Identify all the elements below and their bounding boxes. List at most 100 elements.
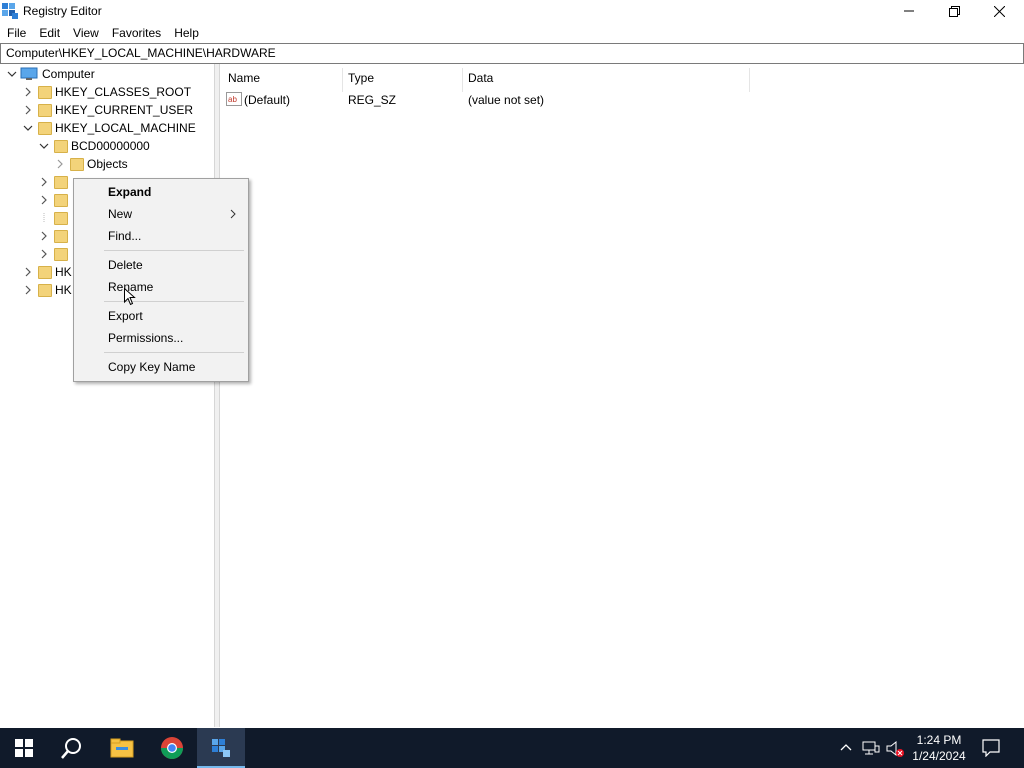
chevron-right-icon[interactable]: [38, 230, 50, 242]
address-bar[interactable]: Computer\HKEY_LOCAL_MACHINE\HARDWARE: [0, 43, 1024, 64]
tree-item-label: HKEY_CURRENT_USER: [55, 103, 194, 117]
start-button[interactable]: [0, 728, 48, 768]
mouse-cursor-icon: [124, 288, 136, 306]
taskbar-registry-editor[interactable]: [197, 728, 245, 768]
tree-item-hklm-child[interactable]: [38, 245, 71, 263]
minimize-icon: [904, 10, 914, 12]
folder-icon: [38, 265, 52, 279]
volume-muted-icon[interactable]: [886, 740, 906, 758]
value-name: (Default): [244, 93, 291, 107]
menu-item-copy-key-name[interactable]: Copy Key Name: [108, 357, 195, 377]
menu-favorites[interactable]: Favorites: [106, 23, 167, 43]
values-pane: Name Type Data ab (Default) REG_SZ (valu…: [220, 64, 1024, 727]
folder-icon: [54, 247, 68, 261]
tree-item-objects[interactable]: Objects: [54, 155, 128, 173]
menu-item-new[interactable]: New: [108, 204, 132, 224]
tree-item-hkey-current-config[interactable]: HK: [22, 281, 72, 299]
chevron-right-icon[interactable]: [54, 158, 66, 170]
menu-separator: [104, 250, 244, 251]
close-button[interactable]: [976, 0, 1022, 22]
tree-item-hklm-child[interactable]: [38, 227, 71, 245]
taskbar-chrome[interactable]: [148, 728, 196, 768]
computer-icon: [20, 67, 38, 80]
tree-item-label: Objects: [87, 157, 128, 171]
menu-item-permissions[interactable]: Permissions...: [108, 328, 183, 348]
menu-file[interactable]: File: [0, 23, 32, 43]
system-clock[interactable]: 1:24 PM 1/24/2024: [905, 732, 973, 764]
folder-icon: [54, 211, 68, 225]
chevron-right-icon: [230, 209, 236, 219]
svg-text:ab: ab: [228, 95, 237, 104]
registry-editor-icon: [2, 3, 18, 19]
chevron-down-icon[interactable]: [38, 140, 50, 152]
tree-item-label: HKEY_LOCAL_MACHINE: [55, 121, 196, 135]
clock-date: 1/24/2024: [912, 749, 966, 763]
tree-item-hardware[interactable]: [38, 173, 71, 191]
search-icon: [61, 738, 81, 759]
chevron-right-icon[interactable]: [22, 266, 34, 278]
taskbar-file-explorer[interactable]: [98, 728, 146, 768]
column-divider[interactable]: [462, 68, 463, 92]
menu-separator: [104, 352, 244, 353]
value-type: REG_SZ: [348, 93, 397, 107]
chevron-down-icon[interactable]: [6, 68, 18, 80]
network-icon[interactable]: [862, 740, 880, 756]
value-data: (value not set): [468, 93, 545, 107]
context-menu: Expand New Find... Delete Rename Export …: [73, 178, 249, 382]
chevron-right-icon[interactable]: [22, 104, 34, 116]
menu-edit[interactable]: Edit: [33, 23, 66, 43]
folder-icon: [54, 193, 68, 207]
tree-item-label: HK: [55, 265, 72, 279]
tree-pane: Computer HKEY_CLASSES_ROOT HKEY_CURRENT_…: [0, 64, 214, 727]
title-bar: Registry Editor: [0, 0, 1024, 22]
minimize-button[interactable]: [886, 0, 932, 22]
tree-item-hkey-users[interactable]: HK: [22, 263, 72, 281]
search-button[interactable]: [48, 728, 96, 768]
chevron-right-icon[interactable]: [38, 194, 50, 206]
column-header-type[interactable]: Type: [348, 68, 374, 88]
column-divider[interactable]: [342, 68, 343, 92]
file-explorer-icon: [110, 738, 134, 758]
chevron-right-icon[interactable]: [22, 284, 34, 296]
tree-item-hklm-child[interactable]: [38, 209, 71, 227]
folder-icon: [70, 157, 84, 171]
tree-item-hklm-child[interactable]: [38, 191, 71, 209]
tree-item-bcd00000000[interactable]: BCD00000000: [38, 137, 150, 155]
window-title: Registry Editor: [23, 4, 102, 18]
address-path: Computer\HKEY_LOCAL_MACHINE\HARDWARE: [6, 46, 276, 60]
menu-item-expand[interactable]: Expand: [108, 182, 151, 202]
chevron-right-icon[interactable]: [38, 248, 50, 260]
string-value-icon: ab: [226, 92, 242, 106]
menu-view[interactable]: View: [67, 23, 105, 43]
menu-bar: File Edit View Favorites Help: [0, 23, 206, 43]
tree-item-hkey-classes-root[interactable]: HKEY_CLASSES_ROOT: [22, 83, 191, 101]
registry-editor-icon: [212, 739, 230, 757]
column-header-name[interactable]: Name: [228, 68, 260, 88]
column-header-data[interactable]: Data: [468, 68, 493, 88]
folder-icon: [38, 121, 52, 135]
menu-help[interactable]: Help: [168, 23, 205, 43]
tree-item-computer[interactable]: Computer: [6, 65, 95, 83]
windows-icon: [15, 739, 33, 757]
chevron-up-icon[interactable]: [840, 742, 852, 752]
taskbar: 1:24 PM 1/24/2024: [0, 728, 1024, 768]
chevron-right-icon[interactable]: [38, 176, 50, 188]
column-divider[interactable]: [749, 68, 750, 92]
tree-item-hkey-local-machine[interactable]: HKEY_LOCAL_MACHINE: [22, 119, 196, 137]
chrome-icon: [161, 737, 183, 759]
folder-icon: [38, 85, 52, 99]
menu-item-export[interactable]: Export: [108, 306, 143, 326]
tree-item-label: HK: [55, 283, 72, 297]
menu-item-delete[interactable]: Delete: [108, 255, 143, 275]
restore-icon: [948, 5, 960, 17]
tree-connector: [38, 212, 50, 224]
menu-item-find[interactable]: Find...: [108, 226, 141, 246]
restore-button[interactable]: [931, 0, 977, 22]
tree-item-label: Computer: [42, 67, 95, 81]
chevron-down-icon[interactable]: [22, 122, 34, 134]
chevron-right-icon[interactable]: [22, 86, 34, 98]
tree-item-label: HKEY_CLASSES_ROOT: [55, 85, 192, 99]
folder-icon: [54, 139, 68, 153]
tree-item-hkey-current-user[interactable]: HKEY_CURRENT_USER: [22, 101, 193, 119]
notification-icon[interactable]: [982, 739, 1000, 757]
